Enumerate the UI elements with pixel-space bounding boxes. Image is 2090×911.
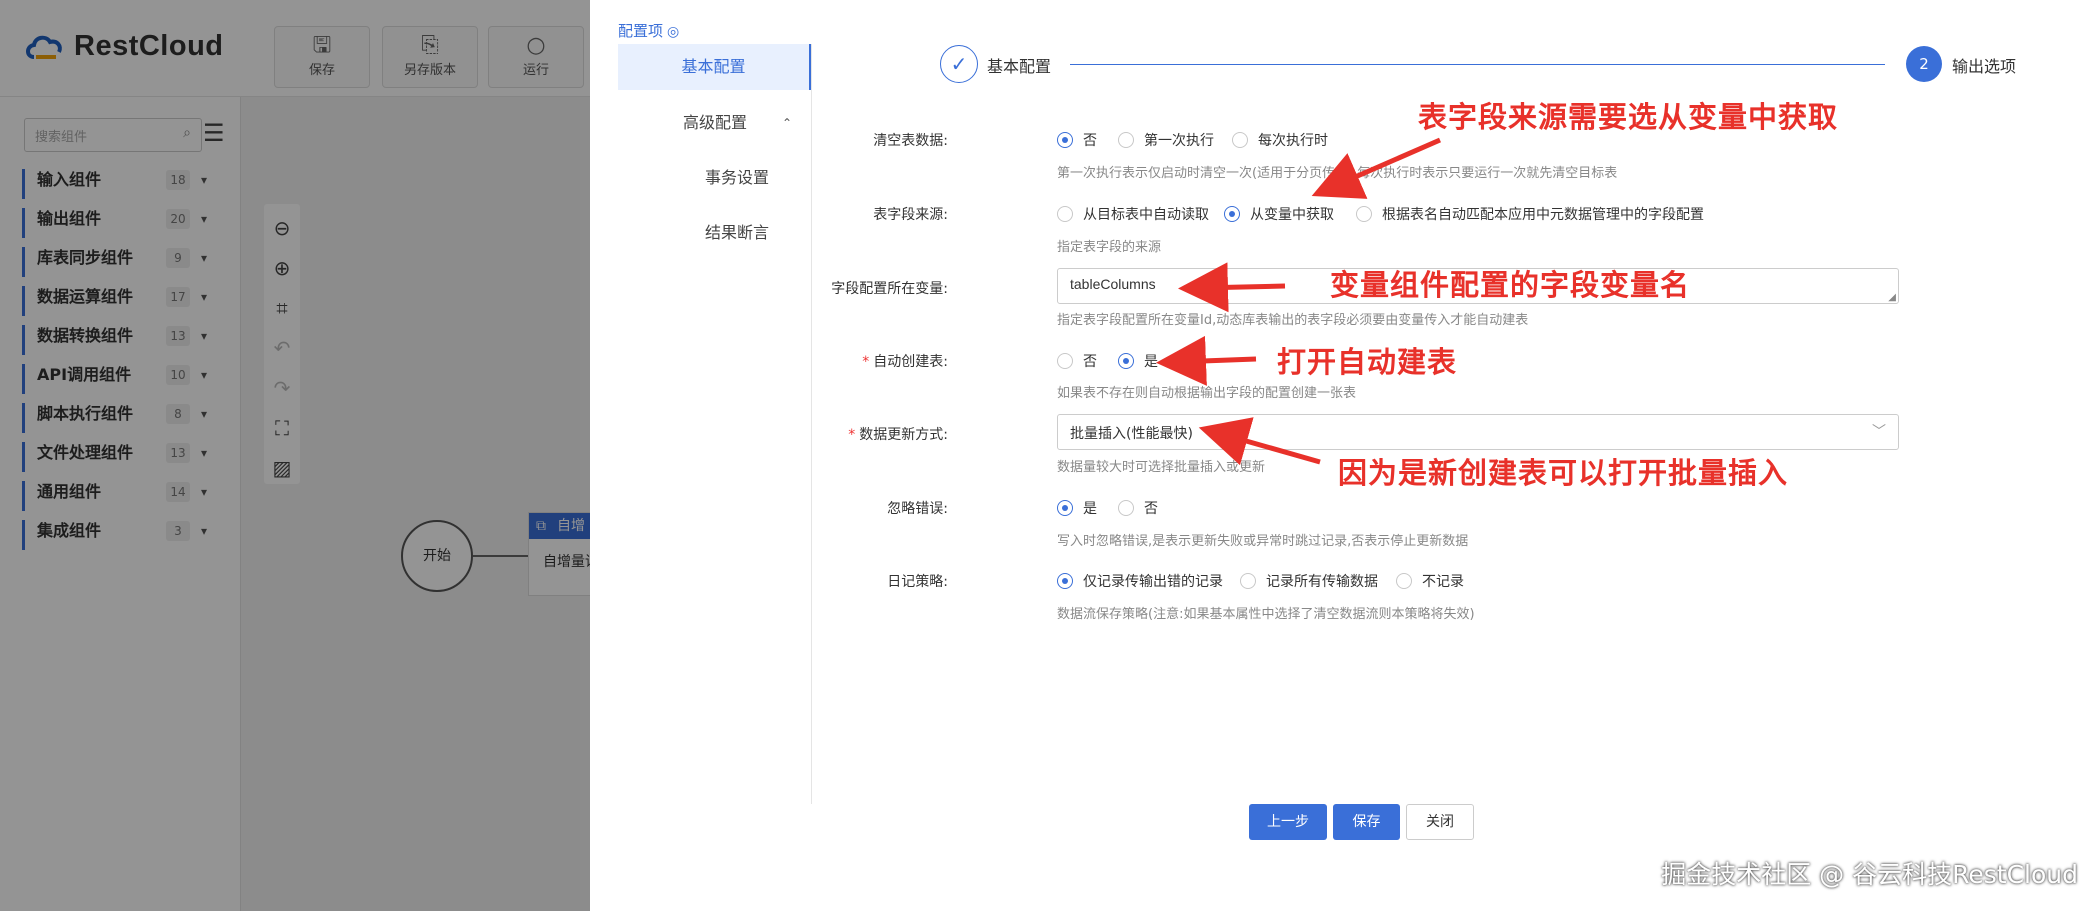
update-mode-label-text: 数据更新方式: [859,427,948,443]
modal-overlay[interactable] [0,0,590,911]
radio-dot [1057,353,1073,369]
step-connector [1070,64,1885,65]
config-title-label: 配置项 [618,22,664,40]
radio-label: 否 [1083,354,1097,370]
ignore-errors-label: 忽略错误: [887,501,948,517]
prev-step-button[interactable]: 上一步 [1249,804,1327,840]
step2-number: 2 [1906,46,1942,82]
menu-item-basic[interactable]: 基本配置 [618,44,812,90]
step1-label: 基本配置 [987,57,1052,76]
field-source-label: 表字段来源: [873,207,948,223]
clear-table-hint: 第一次执行表示仅启动时清空一次(适用于分页传输),每次执行时表示只要运行一次就先… [1057,166,1618,181]
log-radio-all[interactable]: 记录所有传输数据 [1240,571,1378,591]
update-mode-label: * 数据更新方式: [748,424,948,444]
source-radio-target-table[interactable]: 从目标表中自动读取 [1057,204,1209,224]
ignore-radio-yes[interactable]: 是 [1057,498,1097,518]
auto-create-label-text: 自动创建表: [873,354,948,370]
radio-label: 记录所有传输数据 [1266,574,1378,590]
required-mark: * [862,354,870,370]
clear-radio-every[interactable]: 每次执行时 [1232,130,1328,150]
annotation-batch-insert: 因为是新创建表可以打开批量插入 [1338,456,1789,490]
radio-label: 不记录 [1422,574,1464,590]
radio-label: 第一次执行 [1144,133,1214,149]
chevron-down-icon: ﹀ [1872,424,1886,440]
update-mode-hint: 数据量较大时可选择批量插入或更新 [1057,460,1266,475]
update-mode-select[interactable]: 批量插入(性能最快) ﹀ [1057,414,1899,450]
auto-radio-no[interactable]: 否 [1057,351,1097,371]
radio-dot [1057,206,1073,222]
radio-label: 每次执行时 [1258,133,1328,149]
config-drawer: 配置项 ◎ 基本配置 高级配置 ⌃ 事务设置 结果断言 ✓ 基本配置 2 输出选项… [590,0,2090,911]
radio-label: 根据表名自动匹配本应用中元数据管理中的字段配置 [1382,207,1704,223]
radio-label: 否 [1144,501,1158,517]
clear-table-label: 清空表数据: [873,133,948,149]
clear-radio-no[interactable]: 否 [1057,130,1097,150]
variable-label: 字段配置所在变量: [831,281,948,297]
source-radio-metadata[interactable]: 根据表名自动匹配本应用中元数据管理中的字段配置 [1356,204,1704,224]
radio-label: 是 [1144,354,1158,370]
log-policy-label: 日记策略: [887,574,948,590]
required-mark: * [848,427,856,443]
radio-dot [1057,132,1073,148]
source-radio-variable[interactable]: 从变量中获取 [1224,204,1334,224]
ignore-errors-hint: 写入时忽略错误,是表示更新失败或异常时跳过记录,否表示停止更新数据 [1057,534,1469,549]
radio-label: 仅记录传输出错的记录 [1083,574,1223,590]
log-policy-hint: 数据流保存策略(注意:如果基本属性中选择了清空数据流则本策略将失效) [1057,607,1475,622]
radio-label: 从变量中获取 [1250,207,1334,223]
step2-label: 输出选项 [1952,57,2017,76]
save-button[interactable]: 保存 [1333,804,1400,840]
radio-label: 否 [1083,133,1097,149]
auto-radio-yes[interactable]: 是 [1118,351,1158,371]
radio-dot [1118,353,1134,369]
radio-dot [1224,206,1240,222]
clear-radio-first[interactable]: 第一次执行 [1118,130,1214,150]
menu-item-advanced-label: 高级配置 [682,113,747,132]
radio-dot [1057,573,1073,589]
ignore-radio-no[interactable]: 否 [1118,498,1158,518]
radio-label: 是 [1083,501,1097,517]
radio-dot [1057,500,1073,516]
radio-dot [1118,132,1134,148]
log-radio-errors[interactable]: 仅记录传输出错的记录 [1057,571,1223,591]
radio-dot [1396,573,1412,589]
config-title: 配置项 ◎ [618,20,679,41]
step1-check-icon: ✓ [940,45,978,83]
target-icon: ◎ [667,24,680,40]
resize-handle-icon[interactable]: ◢ [1888,292,1896,303]
log-radio-none[interactable]: 不记录 [1396,571,1464,591]
update-mode-value: 批量插入(性能最快) [1070,426,1193,442]
annotation-variable-name: 变量组件配置的字段变量名 [1330,268,1691,302]
watermark: 掘金技术社区 @ 谷云科技RestCloud [1661,860,2078,889]
radio-dot [1356,206,1372,222]
variable-input-value: tableColumns [1070,276,1156,292]
annotation-auto-create: 打开自动建表 [1277,345,1458,379]
radio-dot [1118,500,1134,516]
radio-dot [1232,132,1248,148]
auto-create-hint: 如果表不存在则自动根据输出字段的配置创建一张表 [1057,386,1357,401]
variable-hint: 指定表字段配置所在变量Id,动态库表输出的表字段必须要由变量传入才能自动建表 [1057,313,1529,328]
radio-label: 从目标表中自动读取 [1083,207,1209,223]
menu-item-transaction[interactable]: 事务设置 [618,155,812,201]
auto-create-label: * 自动创建表: [748,351,948,371]
close-button[interactable]: 关闭 [1406,804,1474,840]
annotation-field-source: 表字段来源需要选从变量中获取 [1418,100,1839,134]
arrow-to-auto-create [1156,335,1257,386]
field-source-hint: 指定表字段的来源 [1057,240,1162,255]
radio-dot [1240,573,1256,589]
